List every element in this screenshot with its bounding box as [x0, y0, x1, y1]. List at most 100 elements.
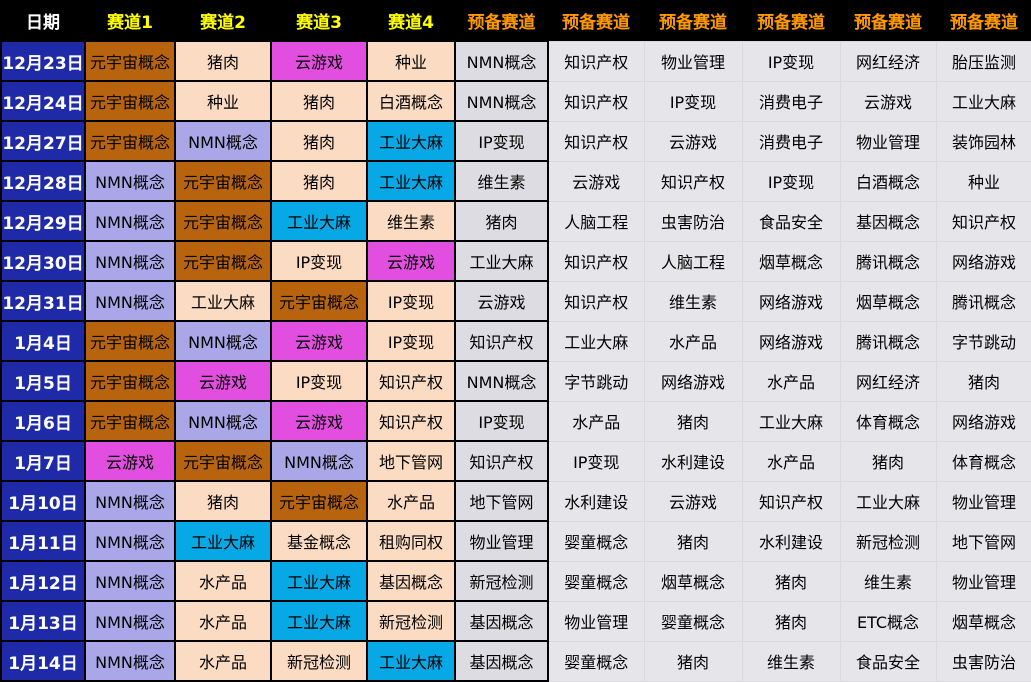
track-3-cell: 猪肉: [270, 160, 368, 202]
track-3-cell: 工业大麻: [270, 200, 368, 242]
track-4-cell: 基因概念: [366, 560, 456, 602]
header-spare-1: 预备赛道: [455, 0, 548, 41]
spare-cell-4: 维生素: [741, 640, 841, 682]
track-4-cell: 地下管网: [366, 440, 456, 482]
track-2-cell: 元宇宙概念: [174, 440, 272, 482]
table-row: 12月28日 NMN概念 元宇宙概念 猪肉 工业大麻 维生素 云游戏 知识产权 IP变现 白酒概念…: [0, 160, 1031, 202]
date-cell: 1月12日: [0, 560, 86, 602]
track-1-cell: NMN概念: [84, 520, 176, 562]
track-1-cell: 云游戏: [84, 440, 176, 482]
spare-cell-5: 猪肉: [839, 440, 937, 482]
spare-cell-2: 人脑工程: [547, 200, 645, 242]
spare-cell-2: 云游戏: [547, 160, 645, 202]
spare-cell-1: IP变现: [454, 120, 549, 162]
spare-cell-6: 物业管理: [935, 560, 1031, 602]
header-spare-5: 预备赛道: [840, 0, 936, 41]
track-3-cell: 猪肉: [270, 80, 368, 122]
track-4-cell: 新冠检测: [366, 600, 456, 642]
track-3-cell: 工业大麻: [270, 560, 368, 602]
track-2-cell: NMN概念: [174, 120, 272, 162]
spare-cell-4: IP变现: [741, 40, 841, 82]
date-cell: 12月29日: [0, 200, 86, 242]
track-4-cell: 知识产权: [366, 400, 456, 442]
track-2-cell: 水产品: [174, 560, 272, 602]
table-row: 1月7日 云游戏 元宇宙概念 NMN概念 地下管网 知识产权 IP变现 水利建设 水产品 猪肉 体育…: [0, 440, 1031, 482]
track-4-cell: 维生素: [366, 200, 456, 242]
track-3-cell: 工业大麻: [270, 600, 368, 642]
track-4-cell: IP变现: [366, 320, 456, 362]
spare-cell-6: 网络游戏: [935, 240, 1031, 282]
track-3-cell: 云游戏: [270, 40, 368, 82]
spare-cell-4: 消费电子: [741, 80, 841, 122]
track-1-cell: 元宇宙概念: [84, 80, 176, 122]
spare-cell-1: NMN概念: [454, 360, 549, 402]
table-row: 12月30日 NMN概念 元宇宙概念 IP变现 云游戏 工业大麻 知识产权 人脑工程 烟草概念腾…: [0, 240, 1031, 282]
spare-cell-4: IP变现: [741, 160, 841, 202]
spare-cell-3: 水产品: [643, 320, 743, 362]
spare-cell-3: 云游戏: [643, 480, 743, 522]
spare-cell-3: 猪肉: [643, 640, 743, 682]
spare-cell-3: 猪肉: [643, 400, 743, 442]
track-3-cell: NMN概念: [270, 440, 368, 482]
header-track-2: 赛道2: [175, 0, 271, 41]
date-cell: 1月11日: [0, 520, 86, 562]
header-spare-2: 预备赛道: [548, 0, 644, 41]
track-1-cell: 元宇宙概念: [84, 360, 176, 402]
track-4-cell: 租购同权: [366, 520, 456, 562]
spare-cell-5: 网红经济: [839, 40, 937, 82]
track-1-cell: 元宇宙概念: [84, 40, 176, 82]
track-2-cell: 种业: [174, 80, 272, 122]
spare-cell-4: 水产品: [741, 360, 841, 402]
spare-cell-4: 网络游戏: [741, 320, 841, 362]
track-2-cell: NMN概念: [174, 400, 272, 442]
track-2-cell: 猪肉: [174, 480, 272, 522]
spare-cell-6: 网络游戏: [935, 400, 1031, 442]
track-3-cell: IP变现: [270, 360, 368, 402]
track-2-cell: 元宇宙概念: [174, 240, 272, 282]
spare-cell-3: 维生素: [643, 280, 743, 322]
header-spare-4: 预备赛道: [742, 0, 840, 41]
track-4-cell: 云游戏: [366, 240, 456, 282]
table-row: 12月31日 NMN概念 工业大麻 元宇宙概念 IP变现 云游戏 知识产权 维生素 网络游戏 烟草…: [0, 280, 1031, 322]
spare-cell-4: 猪肉: [741, 560, 841, 602]
spare-cell-4: 工业大麻: [741, 400, 841, 442]
date-cell: 12月23日: [0, 40, 86, 82]
track-1-cell: NMN概念: [84, 160, 176, 202]
spare-cell-4: 消费电子: [741, 120, 841, 162]
sector-rotation-table: 日期 赛道1 赛道2 赛道3 赛道4 预备赛道 预备赛道 预备赛道 预备赛道 预…: [0, 0, 1031, 682]
date-cell: 1月5日: [0, 360, 86, 402]
table-row: 12月29日 NMN概念 元宇宙概念 工业大麻 维生素 猪肉 人脑工程 虫害防治 食品安全 基因概…: [0, 200, 1031, 242]
spare-cell-1: IP变现: [454, 400, 549, 442]
table-row: 1月6日 元宇宙概念 NMN概念 云游戏 知识产权 IP变现 水产品 猪肉 工业大麻 体育概念 网络…: [0, 400, 1031, 442]
spare-cell-1: 基因概念: [454, 640, 549, 682]
spare-cell-3: 人脑工程: [643, 240, 743, 282]
date-cell: 12月28日: [0, 160, 86, 202]
track-4-cell: 白酒概念: [366, 80, 456, 122]
date-cell: 12月24日: [0, 80, 86, 122]
spare-cell-6: 烟草概念: [935, 600, 1031, 642]
date-cell: 12月30日: [0, 240, 86, 282]
spare-cell-4: 食品安全: [741, 200, 841, 242]
track-4-cell: IP变现: [366, 280, 456, 322]
table-row: 1月11日 NMN概念 工业大麻 基金概念 租购同权 物业管理 婴童概念 猪肉 水利建设 新冠检测…: [0, 520, 1031, 562]
date-cell: 1月14日: [0, 640, 86, 682]
spare-cell-5: 网红经济: [839, 360, 937, 402]
track-4-cell: 工业大麻: [366, 640, 456, 682]
track-1-cell: NMN概念: [84, 200, 176, 242]
table-row: 12月27日 元宇宙概念 NMN概念 猪肉 工业大麻 IP变现 知识产权 云游戏 消费电子 物业管…: [0, 120, 1031, 162]
header-row: 日期 赛道1 赛道2 赛道3 赛道4 预备赛道 预备赛道 预备赛道 预备赛道 预…: [1, 0, 1031, 41]
track-1-cell: NMN概念: [84, 240, 176, 282]
spare-cell-1: 猪肉: [454, 200, 549, 242]
track-4-cell: 种业: [366, 40, 456, 82]
spare-cell-5: 烟草概念: [839, 280, 937, 322]
track-1-cell: NMN概念: [84, 280, 176, 322]
track-1-cell: 元宇宙概念: [84, 320, 176, 362]
spare-cell-5: 白酒概念: [839, 160, 937, 202]
spare-cell-5: 基因概念: [839, 200, 937, 242]
spare-cell-3: 云游戏: [643, 120, 743, 162]
spare-cell-6: 字节跳动: [935, 320, 1031, 362]
spare-cell-5: 物业管理: [839, 120, 937, 162]
spare-cell-6: 工业大麻: [935, 80, 1031, 122]
spare-cell-6: 地下管网: [935, 520, 1031, 562]
spare-cell-4: 猪肉: [741, 600, 841, 642]
